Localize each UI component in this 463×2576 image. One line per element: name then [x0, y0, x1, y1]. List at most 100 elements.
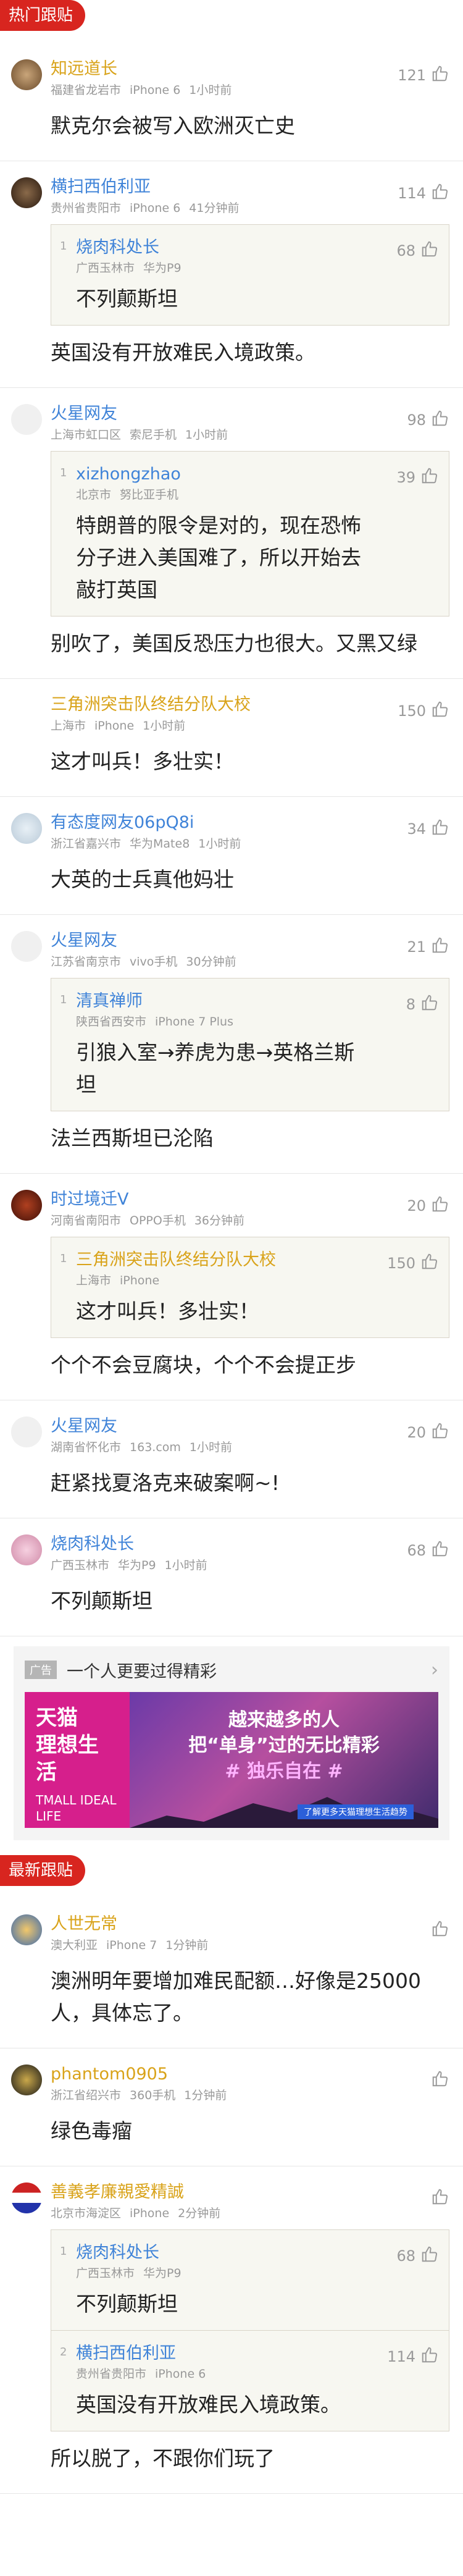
meta-item: 华为P9 — [118, 1559, 156, 1572]
quoted-comment[interactable]: 2 横扫西伯利亚 贵州省贵阳市 iPhone 6 英国没有开放难民入境政策。 11… — [51, 2330, 449, 2431]
like-button[interactable]: 34 — [407, 818, 449, 840]
comment: 火星网友 上海市虹口区 索尼手机 1小时前 98 1 xizhongzhao 北京市… — [0, 388, 463, 679]
quoted-comment[interactable]: 1 烧肉科处长 广西玉林市 华为P9 不列颠斯坦 68 — [51, 2230, 449, 2330]
quote-username[interactable]: 三角洲突击队终结分队大校 — [76, 1248, 375, 1272]
quote-like-button[interactable]: 8 — [406, 993, 439, 1016]
meta-item: 贵州省贵阳市 — [76, 2367, 147, 2381]
meta-item: 华为P9 — [143, 2267, 181, 2280]
quote-username[interactable]: xizhongzhao — [76, 463, 375, 486]
hot-comment-list: 知远道长 福建省龙岩市 iPhone 6 1小时前 121 默克尔会被写入欧洲灭亡史… — [0, 43, 463, 1636]
meta-item: 上海市 — [76, 1274, 112, 1287]
thumbs-up-icon — [431, 1421, 449, 1444]
comment-username[interactable]: 火星网友 — [51, 1414, 449, 1439]
comment-username[interactable]: 时过境迁V — [51, 1187, 449, 1212]
avatar[interactable] — [11, 1534, 42, 1565]
ad-line-1: 越来越多的人 — [228, 1709, 340, 1731]
like-button[interactable] — [431, 2187, 449, 2210]
quote-like-button[interactable]: 114 — [387, 2346, 439, 2368]
quote-meta: 广西玉林市 华为P9 — [76, 2265, 375, 2282]
quote-username[interactable]: 横扫西伯利亚 — [76, 2342, 375, 2365]
comment-username[interactable]: phantom0905 — [51, 2062, 449, 2087]
quoted-comments: 1 三角洲突击队终结分队大校 上海市 iPhone 这才叫兵！多壮实！ 150 — [51, 1237, 449, 1338]
latest-comment-list: 人世无常 澳大利亚 iPhone 7 1分钟前 澳洲明年要增加难民配额…好像是250… — [0, 1898, 463, 2494]
avatar[interactable] — [11, 1190, 42, 1221]
quote-like-count: 150 — [387, 1255, 415, 1272]
quoted-comment[interactable]: 1 清真禅师 陕西省西安市 iPhone 7 Plus 引狼入室→养虎为患→英格兰… — [51, 979, 449, 1111]
thumbs-up-icon — [420, 1252, 439, 1274]
quote-meta: 上海市 iPhone — [76, 1272, 375, 1289]
quote-like-button[interactable]: 68 — [396, 240, 439, 262]
thumbs-up-icon — [431, 2069, 449, 2092]
avatar[interactable] — [11, 2065, 42, 2095]
comment: 火星网友 湖南省怀化市 163.com 1小时前 20 赶紧找夏洛克来破案啊~! — [0, 1400, 463, 1518]
comment-username[interactable]: 火星网友 — [51, 928, 449, 953]
comment-text: 英国没有开放难民入境政策。 — [51, 340, 315, 364]
comment-username[interactable]: 人世无常 — [51, 1912, 449, 1937]
comment-meta: 河南省南阳市 OPPO手机 36分钟前 — [51, 1212, 449, 1229]
quoted-comment[interactable]: 1 三角洲突击队终结分队大校 上海市 iPhone 这才叫兵！多壮实！ 150 — [51, 1237, 449, 1337]
avatar[interactable] — [11, 404, 42, 435]
comment-username[interactable]: 有态度网友06pQ8i — [51, 810, 449, 835]
like-button[interactable]: 114 — [398, 182, 449, 204]
avatar[interactable] — [11, 1914, 42, 1945]
meta-item: 41分钟前 — [189, 201, 240, 215]
quote-meta: 贵州省贵阳市 iPhone 6 — [76, 2365, 375, 2383]
like-button[interactable] — [431, 1919, 449, 1942]
meta-item: 广西玉林市 — [76, 261, 135, 275]
meta-item: 上海市虹口区 — [51, 428, 122, 442]
comment-username[interactable]: 三角洲突击队终结分队大校 — [51, 692, 449, 717]
like-button[interactable]: 98 — [407, 409, 449, 431]
avatar[interactable] — [11, 931, 42, 962]
meta-item: 华为P9 — [143, 261, 181, 275]
like-button[interactable]: 150 — [398, 700, 449, 722]
like-count: 20 — [407, 1197, 426, 1214]
ad-block[interactable]: 广告 一个人更要过得精彩 › 天猫 理想生活 TMALL IDEAL LIFE 越… — [14, 1646, 449, 1840]
meta-item: 索尼手机 — [130, 428, 177, 442]
meta-item: 澳大利亚 — [51, 1938, 98, 1952]
like-button[interactable]: 21 — [407, 936, 449, 958]
quote-floor-number: 1 — [60, 993, 67, 1006]
quote-username[interactable]: 烧肉科处长 — [76, 2241, 375, 2265]
meta-item: iPhone 7 Plus — [155, 1015, 233, 1029]
comment-text: 绿色毒瘤 — [51, 2119, 132, 2143]
meta-item: 北京市 — [76, 488, 112, 502]
like-button[interactable]: 121 — [398, 64, 449, 86]
quote-like-button[interactable]: 68 — [396, 2245, 439, 2267]
avatar[interactable] — [11, 1416, 42, 1447]
quoted-comment[interactable]: 1 烧肉科处长 广西玉林市 华为P9 不列颠斯坦 68 — [51, 225, 449, 325]
like-button[interactable] — [431, 2069, 449, 2092]
avatar[interactable] — [11, 695, 42, 726]
quote-floor-number: 1 — [60, 2245, 67, 2258]
like-button[interactable]: 20 — [407, 1195, 449, 1217]
meta-item: 广西玉林市 — [76, 2267, 135, 2280]
comment-text: 法兰西斯坦已沦陷 — [51, 1126, 214, 1150]
ad-banner[interactable]: 天猫 理想生活 TMALL IDEAL LIFE 越来越多的人 把“单身”过的无比… — [25, 1692, 438, 1828]
quote-username[interactable]: 清真禅师 — [76, 990, 375, 1013]
like-button[interactable]: 68 — [407, 1539, 449, 1562]
meta-item: vivo手机 — [130, 955, 178, 969]
chevron-right-icon[interactable]: › — [431, 1659, 438, 1681]
comment-username[interactable]: 火星网友 — [51, 402, 449, 426]
comment-username[interactable]: 横扫西伯利亚 — [51, 175, 449, 200]
quote-like-button[interactable]: 39 — [396, 466, 439, 489]
meta-item: 1小时前 — [189, 83, 232, 97]
meta-item: 努比亚手机 — [120, 488, 179, 502]
meta-item: 30分钟前 — [186, 955, 236, 969]
avatar[interactable] — [11, 59, 42, 90]
like-button[interactable]: 20 — [407, 1421, 449, 1444]
comment-meta: 上海市 iPhone 1小时前 — [51, 717, 449, 734]
comment-text: 澳洲明年要增加难民配额…好像是25000人，具体忘了。 — [51, 1969, 421, 2025]
quoted-comment[interactable]: 1 xizhongzhao 北京市 努比亚手机 特朗普的限令是对的，现在恐怖分子进… — [51, 452, 449, 616]
comment-username[interactable]: 烧肉科处长 — [51, 1532, 449, 1557]
quote-username[interactable]: 烧肉科处长 — [76, 236, 375, 259]
quote-like-button[interactable]: 150 — [387, 1252, 439, 1274]
comment: 横扫西伯利亚 贵州省贵阳市 iPhone 6 41分钟前 114 1 烧肉科处长 广… — [0, 161, 463, 388]
thumbs-up-icon — [431, 818, 449, 840]
comment-username[interactable]: 知远道长 — [51, 57, 449, 82]
avatar[interactable] — [11, 177, 42, 208]
avatar[interactable] — [11, 813, 42, 844]
ad-cta[interactable]: 了解更多天猫理想生活趋势 — [298, 1804, 414, 1819]
avatar[interactable] — [11, 2182, 42, 2213]
comment-username[interactable]: 善義孝廉親愛精誠 — [51, 2180, 449, 2205]
quote-text: 不列颠斯坦 — [76, 2292, 178, 2316]
